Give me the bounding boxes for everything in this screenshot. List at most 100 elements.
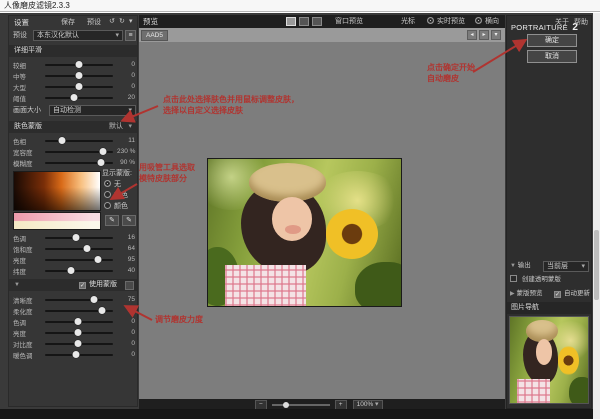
checkbox-icon[interactable]: [510, 275, 517, 282]
skin-color-field[interactable]: [13, 171, 101, 211]
panel-menu-icon[interactable]: ▾: [129, 17, 133, 27]
output-dropdown[interactable]: 当前层 ▾: [543, 261, 589, 272]
enhancements-options-button[interactable]: [125, 281, 134, 290]
tri-right-icon: ▶: [510, 291, 515, 297]
show-mask-option-none[interactable]: 无: [104, 180, 121, 190]
slider-value: 64: [117, 245, 135, 252]
radio-icon[interactable]: [427, 17, 434, 24]
slider-track[interactable]: [45, 299, 113, 301]
slider-thumb[interactable]: [97, 159, 104, 166]
tab-strip: AAD5 ◂ ▸ ▾: [139, 28, 505, 42]
ok-button[interactable]: 确定: [527, 34, 577, 47]
slider-thumb[interactable]: [72, 234, 79, 241]
auto-update-label: 自动更新: [564, 290, 590, 297]
slider-thumb[interactable]: [67, 267, 74, 274]
slider-row-latitude: 宽容度 230 %: [13, 146, 135, 157]
checkbox-icon[interactable]: ✓: [554, 291, 561, 298]
slider-thumb[interactable]: [99, 307, 106, 314]
skin-mask-preset[interactable]: 默认: [109, 121, 123, 133]
preset-menu[interactable]: 预设: [87, 18, 101, 28]
slider-thumb[interactable]: [59, 137, 66, 144]
radio-icon[interactable]: [475, 17, 482, 24]
page-scrollbar[interactable]: [593, 13, 600, 419]
slider-track[interactable]: [45, 248, 113, 250]
cursor-menu[interactable]: 光标: [401, 17, 415, 27]
slider-track[interactable]: [45, 259, 113, 261]
image-tab[interactable]: AAD5: [141, 30, 168, 41]
slider-thumb[interactable]: [74, 318, 81, 325]
navigator-thumbnail[interactable]: [509, 316, 589, 404]
realtime-preview-radio[interactable]: 实时预览: [427, 17, 465, 27]
scrollbar-thumb[interactable]: [594, 230, 599, 300]
skin-mask-header[interactable]: 肤色蒙版 默认 ▾: [9, 121, 137, 133]
slider-track[interactable]: [45, 343, 113, 345]
slider-track[interactable]: [45, 354, 113, 356]
split-horizontal-view-icon[interactable]: [299, 17, 309, 26]
leaf-shape: [569, 377, 588, 403]
slider-thumb[interactable]: [90, 296, 97, 303]
slider-track[interactable]: [45, 64, 113, 66]
slider-thumb[interactable]: [74, 329, 81, 336]
slider-thumb[interactable]: [99, 148, 106, 155]
slider-thumb[interactable]: [74, 340, 81, 347]
slider-track[interactable]: [45, 140, 113, 142]
tab-next-icon[interactable]: ▸: [479, 30, 489, 40]
preset-dropdown[interactable]: 本东汉化默认 ▾: [33, 30, 123, 41]
eyedropper-add-icon[interactable]: ✎: [105, 215, 119, 226]
slider-value: 0: [117, 61, 135, 68]
slider-track[interactable]: [45, 86, 113, 88]
slider-row-fuzziness: 模糊度 90 %: [13, 157, 135, 168]
tab-prev-icon[interactable]: ◂: [467, 30, 477, 40]
preview-photo[interactable]: [207, 158, 402, 307]
slider-track[interactable]: [45, 151, 113, 153]
show-mask-option-gray[interactable]: 灰色: [104, 191, 128, 201]
slider-value: 40: [117, 267, 135, 274]
zoom-slider-thumb[interactable]: [283, 402, 289, 408]
single-view-icon[interactable]: [286, 17, 296, 26]
slider-track[interactable]: [45, 75, 113, 77]
save-menu[interactable]: 保存: [61, 18, 75, 28]
about-menu[interactable]: 关于: [555, 18, 569, 28]
zoom-slider[interactable]: [272, 404, 330, 406]
slider-track[interactable]: [45, 237, 113, 239]
preset-options-button[interactable]: ≡: [125, 30, 136, 41]
slider-label: 宽容度: [13, 147, 41, 157]
slider-thumb[interactable]: [95, 256, 102, 263]
picture-size-dropdown[interactable]: 自动检测 ▾: [49, 105, 136, 116]
radio-icon[interactable]: [104, 191, 111, 198]
transparency-mask-checkbox[interactable]: 创建透明蒙版: [510, 274, 590, 286]
slider-track[interactable]: [45, 310, 113, 312]
eyedropper-remove-icon[interactable]: ✎: [122, 215, 136, 226]
slider-track[interactable]: [45, 332, 113, 334]
split-vertical-view-icon[interactable]: [312, 17, 322, 26]
mask-preview-row[interactable]: ▶ 蒙版预览 ✓自动更新: [510, 288, 590, 300]
slider-track[interactable]: [45, 270, 113, 272]
tab-menu-icon[interactable]: ▾: [491, 30, 501, 40]
slider-track[interactable]: [45, 97, 113, 99]
checkbox-icon[interactable]: ✓: [79, 282, 86, 289]
help-menu[interactable]: 帮助: [574, 18, 588, 28]
slider-thumb[interactable]: [84, 245, 91, 252]
slider-thumb[interactable]: [72, 351, 79, 358]
cancel-button[interactable]: 取消: [527, 50, 577, 63]
enhancements-header[interactable]: ▼ ✓使用蒙版: [9, 279, 137, 291]
auto-update-checkbox[interactable]: ✓自动更新: [554, 288, 590, 300]
slider-thumb[interactable]: [76, 72, 83, 79]
slider-thumb[interactable]: [76, 61, 83, 68]
slider-track[interactable]: [45, 162, 113, 164]
redo-icon[interactable]: ↻: [119, 17, 125, 27]
orientation-radio[interactable]: 横向: [475, 17, 499, 27]
slider-value: 75: [117, 296, 135, 303]
radio-icon[interactable]: [104, 180, 111, 187]
plugin-body: 设置 保存 预设 ↺ ↻ ▾ 预设 本东汉化默认 ▾ ≡ 详细平滑 较细 0 中…: [0, 13, 593, 410]
slider-track[interactable]: [45, 321, 113, 323]
slider-thumb[interactable]: [76, 83, 83, 90]
undo-icon[interactable]: ↺: [109, 17, 115, 27]
detail-smoothing-header[interactable]: 详细平滑: [9, 45, 137, 57]
window-preview-menu[interactable]: 窗口预览: [335, 17, 363, 27]
slider-thumb[interactable]: [70, 94, 77, 101]
radio-icon[interactable]: [104, 202, 111, 209]
slider-row-sharpness: 清晰度 75: [13, 294, 135, 305]
show-mask-option-color[interactable]: 颜色: [104, 202, 128, 212]
use-mask-checkbox[interactable]: ✓使用蒙版: [79, 279, 117, 291]
